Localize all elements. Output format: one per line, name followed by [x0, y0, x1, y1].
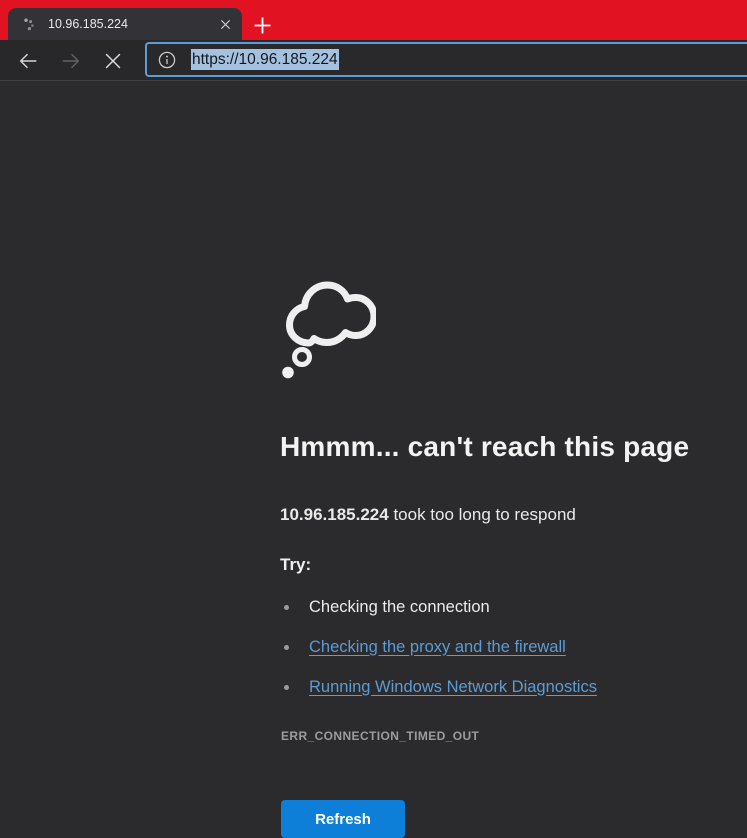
bullet-icon	[284, 605, 289, 610]
suggestion-item: Checking the connection	[280, 595, 490, 619]
stop-x-icon	[104, 52, 122, 70]
refresh-button[interactable]: Refresh	[281, 800, 405, 838]
url-selected-text: https://10.96.185.224	[191, 49, 339, 70]
close-icon[interactable]	[214, 13, 236, 35]
error-heading: Hmmm... can't reach this page	[280, 431, 730, 463]
browser-window: { "colors": { "theme_red": "#e11322", "f…	[0, 0, 747, 772]
proxy-firewall-link[interactable]: Checking the proxy and the firewall	[309, 638, 566, 657]
suggestion-item: Checking the proxy and the firewall	[280, 635, 566, 659]
network-diagnostics-link[interactable]: Running Windows Network Diagnostics	[309, 678, 597, 697]
bullet-icon	[284, 685, 289, 690]
page-info-icon[interactable]	[156, 49, 178, 71]
suggestion-item: Running Windows Network Diagnostics	[280, 675, 597, 699]
tab-title: 10.96.185.224	[48, 17, 214, 31]
forward-button[interactable]	[57, 47, 85, 75]
try-label: Try:	[280, 555, 311, 575]
error-host-message: took too long to respond	[389, 505, 576, 524]
error-host: 10.96.185.224	[280, 505, 389, 524]
forward-arrow-icon	[60, 50, 82, 72]
bullet-icon	[284, 645, 289, 650]
loading-spinner-dots-icon	[21, 16, 37, 32]
plus-icon	[253, 16, 272, 35]
error-subtitle: 10.96.185.224 took too long to respond	[280, 505, 710, 525]
new-tab-button[interactable]	[247, 10, 277, 40]
tab-10-96-185-224[interactable]: 10.96.185.224	[8, 8, 242, 40]
error-page: Hmmm... can't reach this page 10.96.185.…	[0, 81, 747, 772]
back-button[interactable]	[14, 47, 42, 75]
navigation-toolbar: https://10.96.185.224	[0, 40, 747, 81]
address-bar[interactable]: https://10.96.185.224	[145, 42, 747, 77]
tab-bar: 10.96.185.224	[0, 0, 747, 40]
thought-bubble-icon	[280, 278, 376, 381]
stop-button[interactable]	[99, 47, 127, 75]
back-arrow-icon	[17, 50, 39, 72]
suggestion-text: Checking the connection	[309, 598, 490, 617]
error-code: ERR_CONNECTION_TIMED_OUT	[281, 729, 479, 743]
url-input[interactable]: https://10.96.185.224	[191, 51, 339, 69]
